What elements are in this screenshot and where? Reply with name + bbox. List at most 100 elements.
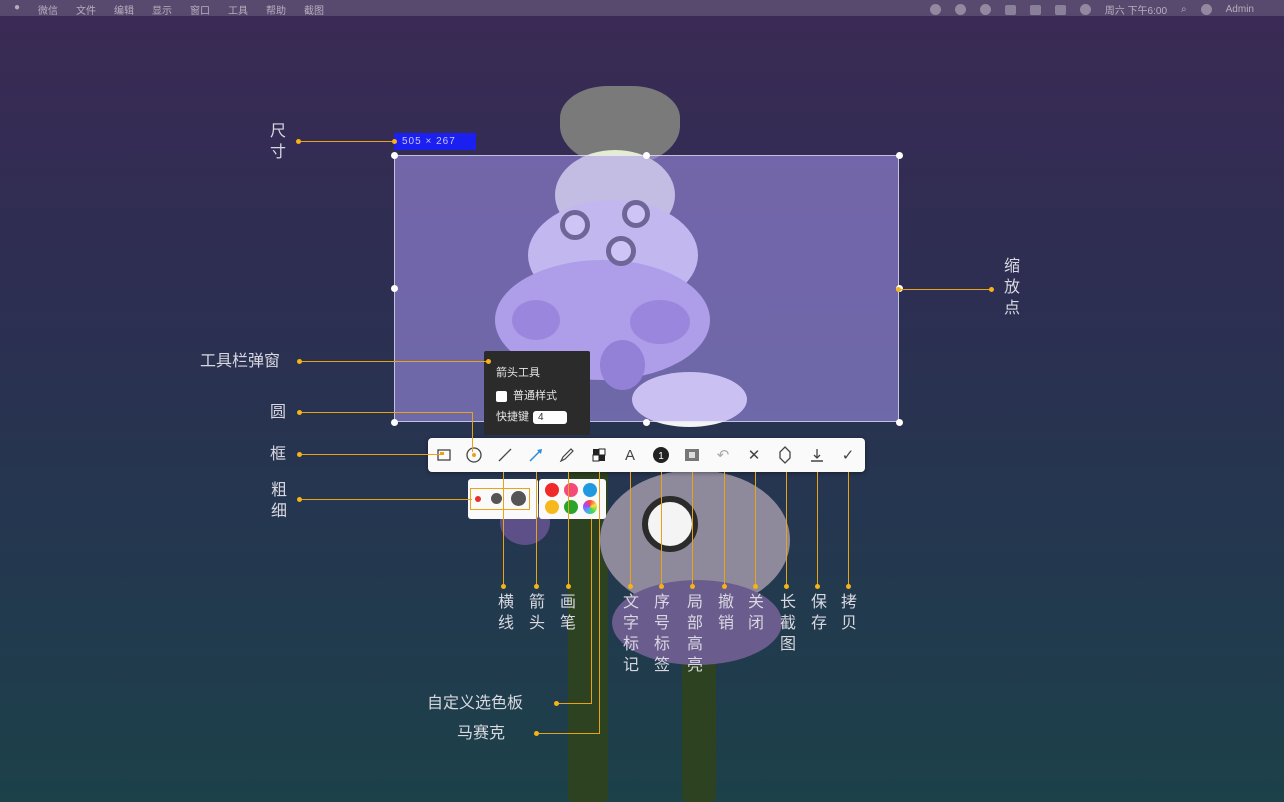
label-circle: 圆 — [270, 402, 286, 423]
label-local-highlight: 局部高亮 — [686, 592, 704, 676]
leader-line — [300, 499, 472, 500]
label-custom-palette: 自定义选色板 — [427, 693, 523, 714]
popup-title: 箭头工具 — [496, 364, 540, 380]
label-save: 保存 — [810, 592, 828, 634]
tool-popup: 箭头工具 普通样式 快捷键 4 — [484, 351, 590, 435]
resize-handle[interactable] — [896, 419, 903, 426]
color-swatch[interactable] — [545, 500, 559, 514]
menu-bar: ● 微信 文件 编辑 显示 窗口 工具 帮助 截图 周六 下午6:00 ⌕ Ad… — [0, 0, 1284, 16]
leader-dot — [297, 497, 302, 502]
color-swatch[interactable] — [545, 483, 559, 497]
number-icon[interactable]: 1 — [650, 444, 672, 466]
color-palette — [539, 479, 606, 519]
status-icon[interactable] — [1080, 4, 1091, 15]
avatar[interactable] — [1201, 4, 1212, 15]
menu-item[interactable]: 帮助 — [266, 2, 286, 17]
style-checkbox[interactable] — [496, 391, 507, 402]
resize-handle[interactable] — [391, 419, 398, 426]
selection-area[interactable] — [394, 155, 899, 422]
menu-item[interactable]: 工具 — [228, 2, 248, 17]
shortcut-row: 快捷键 4 — [496, 408, 567, 424]
menu-item[interactable]: 编辑 — [114, 2, 134, 17]
long-screenshot-icon[interactable] — [774, 444, 796, 466]
apple-icon[interactable]: ● — [14, 2, 20, 17]
resize-handle[interactable] — [391, 285, 398, 292]
leader-dot — [296, 139, 301, 144]
save-icon[interactable] — [806, 444, 828, 466]
label-size: 尺寸 — [270, 121, 288, 163]
label-pen: 画笔 — [559, 592, 577, 634]
shortcut-label: 快捷键 — [496, 411, 529, 423]
pen-icon[interactable] — [556, 444, 578, 466]
leader-dot — [486, 359, 491, 364]
leader-line — [298, 141, 394, 142]
label-line: 横线 — [497, 592, 515, 634]
leader-line — [899, 289, 991, 290]
user-name[interactable]: Admin — [1226, 4, 1254, 15]
clock-text[interactable]: 周六 下午6:00 — [1105, 2, 1167, 17]
mosaic-icon[interactable] — [588, 444, 610, 466]
label-text-mark: 文字标记 — [622, 592, 640, 676]
menu-item[interactable]: 窗口 — [190, 2, 210, 17]
rect-icon[interactable] — [433, 444, 455, 466]
style-checkbox-label: 普通样式 — [513, 390, 557, 402]
color-swatch[interactable] — [583, 483, 597, 497]
undo-icon[interactable]: ↶ — [712, 444, 734, 466]
status-icon[interactable] — [980, 4, 991, 15]
color-swatch[interactable] — [564, 483, 578, 497]
resize-handle[interactable] — [896, 152, 903, 159]
highlight-icon[interactable] — [681, 444, 703, 466]
leader-line — [300, 412, 472, 413]
shortcut-stepper[interactable]: 4 — [533, 411, 567, 424]
label-close: 关闭 — [747, 592, 765, 634]
label-thickness: 粗细 — [270, 480, 288, 522]
close-icon[interactable]: ✕ — [743, 444, 765, 466]
resize-handle[interactable] — [643, 152, 650, 159]
menu-item[interactable]: 截图 — [304, 2, 324, 17]
resize-handle[interactable] — [391, 152, 398, 159]
thickness-large[interactable] — [511, 491, 526, 506]
menu-item[interactable]: 微信 — [38, 2, 58, 17]
battery-icon[interactable] — [1055, 5, 1066, 15]
label-mosaic: 马赛克 — [457, 723, 505, 744]
menu-item[interactable]: 文件 — [76, 2, 96, 17]
line-icon[interactable] — [494, 444, 516, 466]
label-number-tag: 序号标签 — [653, 592, 671, 676]
leader-dot — [989, 287, 994, 292]
menu-bar-left: ● 微信 文件 编辑 显示 窗口 工具 帮助 截图 — [14, 2, 324, 17]
wifi-icon[interactable] — [1030, 5, 1041, 15]
leader-dot — [297, 410, 302, 415]
label-long-screenshot: 长截图 — [779, 592, 797, 655]
label-frame: 框 — [270, 444, 286, 465]
menu-item[interactable]: 显示 — [152, 2, 172, 17]
leader-line — [472, 412, 473, 452]
leader-dot — [297, 452, 302, 457]
search-icon[interactable]: ⌕ — [1181, 4, 1187, 15]
leader-dot — [896, 287, 901, 292]
svg-text:1: 1 — [658, 451, 664, 462]
status-icon[interactable] — [1005, 5, 1016, 15]
status-icon[interactable] — [930, 4, 941, 15]
leader-line — [300, 361, 488, 362]
label-toolbar-popup: 工具栏弹窗 — [200, 351, 280, 372]
style-checkbox-row[interactable]: 普通样式 — [496, 387, 557, 403]
text-icon[interactable]: A — [619, 444, 641, 466]
resize-handle[interactable] — [643, 419, 650, 426]
label-arrow: 箭头 — [528, 592, 546, 634]
toolbar: A 1 ↶ ✕ ✓ — [428, 438, 865, 472]
arrow-icon[interactable] — [525, 444, 547, 466]
label-copy: 拷贝 — [840, 592, 858, 634]
leader-dot — [392, 139, 397, 144]
menu-bar-right: 周六 下午6:00 ⌕ Admin — [930, 2, 1254, 17]
thickness-small[interactable] — [475, 496, 481, 502]
custom-color-swatch[interactable] — [583, 500, 597, 514]
size-badge: 505 × 267 — [394, 133, 476, 150]
label-undo: 撤销 — [717, 592, 735, 634]
status-icon[interactable] — [955, 4, 966, 15]
copy-icon[interactable]: ✓ — [837, 444, 859, 466]
circle-icon[interactable] — [463, 444, 485, 466]
thickness-medium[interactable] — [491, 493, 502, 504]
label-scale-point: 缩放点 — [1003, 256, 1021, 319]
leader-line — [300, 454, 440, 455]
color-swatch[interactable] — [564, 500, 578, 514]
